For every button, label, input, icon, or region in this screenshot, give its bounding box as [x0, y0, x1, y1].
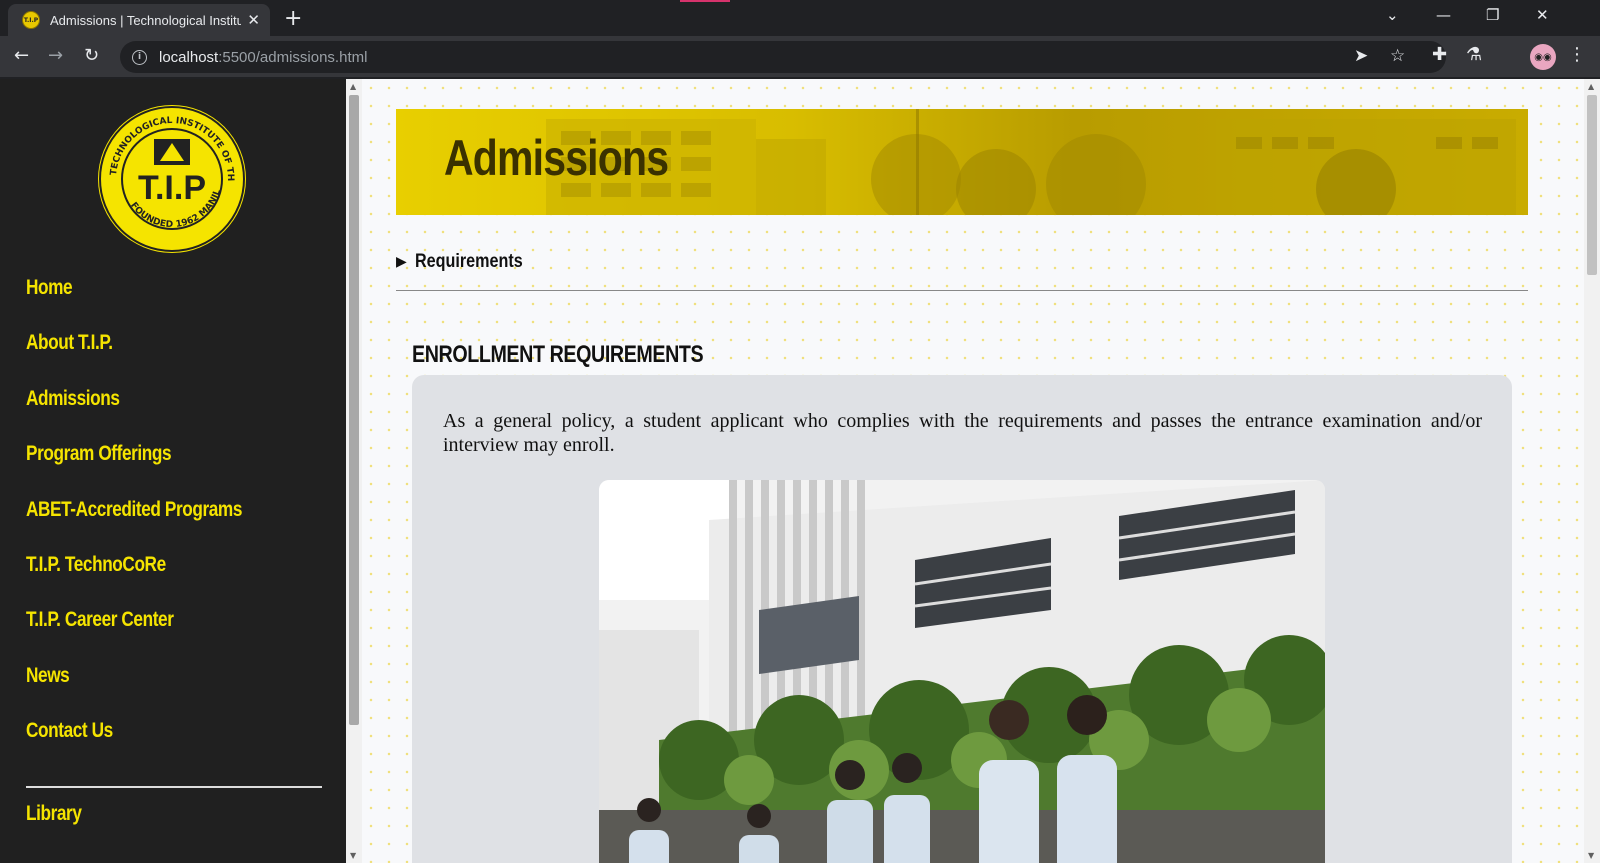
- address-bar[interactable]: i localhost:5500/admissions.html ➤ ☆: [120, 41, 1446, 73]
- tip-logo[interactable]: TECHNOLOGICAL INSTITUTE OF THE PHILIPPIN…: [96, 103, 248, 255]
- sidebar-item-contact[interactable]: Contact Us: [26, 719, 113, 743]
- url-text: localhost:5500/admissions.html: [159, 48, 368, 66]
- sidebar-divider: [26, 786, 322, 788]
- requirements-label: Requirements: [414, 251, 523, 272]
- sidebar-nav: TECHNOLOGICAL INSTITUTE OF THE PHILIPPIN…: [0, 79, 346, 863]
- back-arrow-icon[interactable]: ←: [14, 45, 29, 66]
- browser-tab-strip: T.I.P Admissions | Technological Institu…: [0, 0, 1600, 36]
- browser-tab[interactable]: T.I.P Admissions | Technological Institu…: [8, 4, 270, 36]
- site-info-icon[interactable]: i: [132, 49, 147, 65]
- admissions-banner: Admissions: [396, 109, 1528, 215]
- extensions-icon[interactable]: ✚: [1432, 44, 1447, 65]
- svg-text:T.I.P: T.I.P: [138, 169, 206, 207]
- content-divider: [396, 290, 1528, 291]
- requirements-toggle[interactable]: ▶ Requirements: [396, 251, 541, 273]
- sidebar-item-home[interactable]: Home: [26, 276, 73, 300]
- page-scroll-up-icon[interactable]: ▲: [1588, 82, 1594, 91]
- browser-toolbar: ← → ↻ i localhost:5500/admissions.html ➤…: [0, 36, 1600, 78]
- requirements-card: As a general policy, a student applicant…: [412, 375, 1512, 863]
- campus-students-photo: [599, 480, 1325, 863]
- tab-search-icon[interactable]: ⌄: [1386, 6, 1399, 24]
- sidebar-item-news[interactable]: News: [26, 664, 70, 688]
- sidebar-item-about[interactable]: About T.I.P.: [26, 331, 113, 355]
- page-scroll-down-icon[interactable]: ▼: [1588, 851, 1594, 860]
- tip-favicon-icon: T.I.P: [22, 11, 40, 29]
- close-window-button[interactable]: ✕: [1536, 6, 1549, 24]
- sidebar-item-library[interactable]: Library: [26, 802, 82, 826]
- forward-arrow-icon[interactable]: →: [48, 45, 63, 66]
- tab-title: Admissions | Technological Institu: [50, 12, 242, 28]
- profile-avatar[interactable]: ◉◉: [1530, 44, 1556, 70]
- sidebar-item-technocore[interactable]: T.I.P. TechnoCoRe: [26, 553, 166, 577]
- restore-button[interactable]: ❐: [1486, 6, 1499, 24]
- close-tab-icon[interactable]: ✕: [247, 11, 260, 29]
- main-content: Admissions ▶ Requirements ENROLLMENT REQ…: [362, 79, 1584, 863]
- new-tab-button[interactable]: +: [284, 6, 302, 31]
- sidebar-scrollbar-thumb[interactable]: [349, 95, 359, 725]
- sidebar-item-abet-programs[interactable]: ABET-Accredited Programs: [26, 498, 242, 522]
- section-title: ENROLLMENT REQUIREMENTS: [412, 341, 704, 368]
- policy-text: As a general policy, a student applicant…: [443, 410, 1482, 456]
- sidebar-item-career-center[interactable]: T.I.P. Career Center: [26, 608, 174, 632]
- page-scrollbar-thumb[interactable]: [1587, 95, 1597, 275]
- sidebar-item-program-offerings[interactable]: Program Offerings: [26, 442, 172, 466]
- minimize-button[interactable]: —: [1436, 6, 1451, 24]
- tab-accent-bar: [680, 0, 730, 2]
- sidebar-scroll-down-icon[interactable]: ▼: [350, 851, 356, 860]
- page-title: Admissions: [444, 130, 669, 186]
- bookmark-star-icon[interactable]: ☆: [1390, 46, 1405, 66]
- sidebar-scroll-up-icon[interactable]: ▲: [350, 82, 356, 91]
- send-tab-icon[interactable]: ➤: [1354, 46, 1368, 66]
- sidebar-item-admissions[interactable]: Admissions: [26, 387, 120, 411]
- menu-kebab-icon[interactable]: ⋮: [1568, 44, 1586, 65]
- labs-flask-icon[interactable]: ⚗: [1466, 44, 1482, 65]
- reload-icon[interactable]: ↻: [84, 45, 99, 66]
- disclosure-triangle-icon: ▶: [396, 254, 407, 270]
